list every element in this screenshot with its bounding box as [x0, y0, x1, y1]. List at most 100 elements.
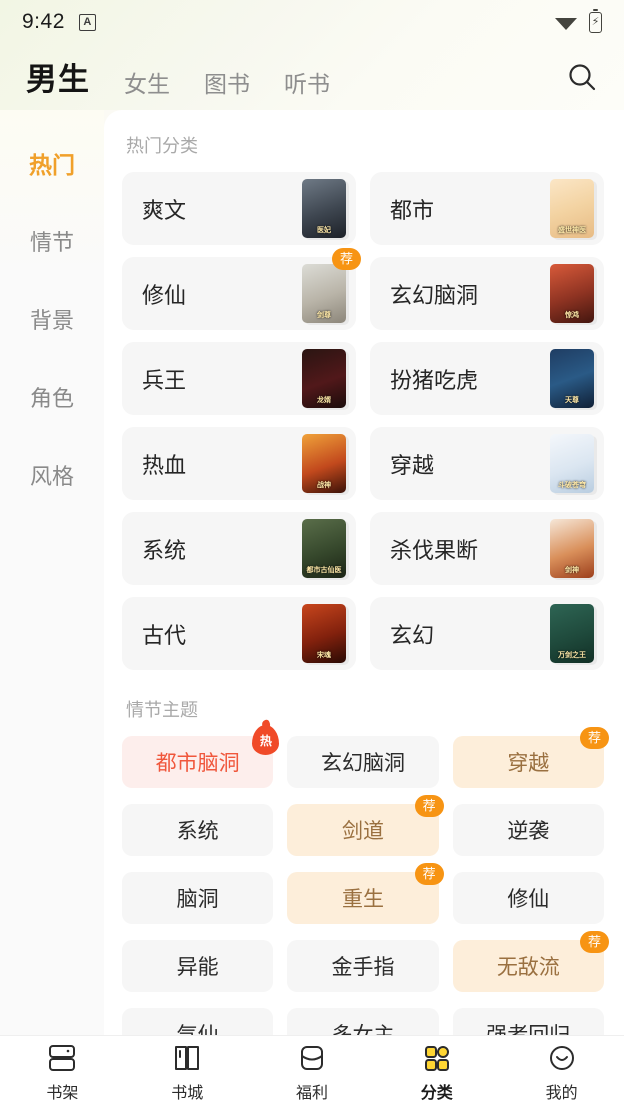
- book-cover-title: 龙婿: [317, 397, 331, 404]
- theme-tag[interactable]: 脑洞: [122, 872, 274, 924]
- theme-tag[interactable]: 玄幻脑洞: [287, 736, 439, 788]
- sidebar-item-character[interactable]: 角色: [0, 358, 104, 436]
- recommend-badge: 荐: [579, 931, 609, 953]
- theme-tag[interactable]: 强者回归: [452, 1008, 604, 1035]
- theme-tag[interactable]: 修仙: [452, 872, 604, 924]
- nav-item-bookstore[interactable]: 书城: [125, 1043, 250, 1103]
- sidebar-item-hot[interactable]: 热门: [0, 124, 104, 202]
- nav-item-category-label: 分类: [420, 1085, 453, 1102]
- nav-item-bookshelf[interactable]: 书架: [0, 1043, 125, 1103]
- theme-tag[interactable]: 穿越 荐: [452, 727, 609, 788]
- tab-female[interactable]: 女生: [124, 65, 170, 101]
- recommend-badge: 荐: [331, 248, 361, 270]
- nav-item-benefits-label: 福利: [295, 1085, 328, 1102]
- book-cover-title: 天尊: [565, 397, 579, 404]
- category-card[interactable]: 兵王龙婿: [122, 342, 356, 415]
- hot-flame-badge: 热: [252, 725, 280, 755]
- profile-smiley-icon: [549, 1046, 574, 1070]
- category-card[interactable]: 扮猪吃虎 天尊: [370, 342, 604, 415]
- book-cover-title: 宋魂: [317, 652, 331, 659]
- category-card[interactable]: 古代 宋魂: [122, 597, 356, 670]
- sidebar-item-background[interactable]: 背景: [0, 280, 104, 358]
- bottom-navigation: 书架 书城 福利 分类 我的: [0, 1035, 624, 1110]
- open-book-icon: [175, 1046, 200, 1070]
- tab-male[interactable]: 男生: [26, 54, 90, 101]
- hot-section-title: 热门分类: [126, 136, 198, 156]
- theme-tag[interactable]: 系统: [122, 804, 274, 856]
- category-card-label: 修仙: [142, 282, 187, 308]
- theme-tag-label: 逆袭: [507, 820, 550, 843]
- book-cover-thumbnail: 盛世神医: [550, 179, 594, 238]
- app-badge-icon: A: [78, 13, 96, 31]
- theme-tag-label: 气仙: [177, 1019, 219, 1035]
- theme-tag[interactable]: 都市脑洞热: [122, 725, 280, 788]
- sidebar-item-plot[interactable]: 情节: [0, 202, 104, 280]
- book-cover-thumbnail: 惊鸿: [550, 264, 594, 323]
- category-card[interactable]: 都市 盛世神医: [370, 172, 604, 245]
- nav-item-profile-label: 我的: [545, 1085, 578, 1102]
- category-card[interactable]: 穿越斗破苍穹: [370, 427, 604, 500]
- theme-tag-label: 强者回归: [486, 1019, 570, 1035]
- theme-tag[interactable]: 金手指: [287, 940, 439, 992]
- book-cover-thumbnail: 都市古仙医: [302, 519, 346, 578]
- book-cover-title: 战神: [317, 482, 331, 489]
- tab-books[interactable]: 图书: [204, 65, 250, 101]
- category-card-label: 穿越: [390, 452, 435, 478]
- battery-bolt-icon: ⚡: [591, 15, 600, 28]
- theme-tag-label: 脑洞: [176, 888, 219, 911]
- category-card[interactable]: 杀伐果断 剑神: [370, 512, 604, 585]
- theme-tag[interactable]: 异能: [122, 940, 274, 992]
- theme-tag[interactable]: 重生 荐: [287, 863, 444, 924]
- theme-tag-label: 重生: [341, 888, 384, 911]
- nav-item-profile[interactable]: 我的: [499, 1043, 624, 1103]
- theme-tag[interactable]: 无敌流荐: [452, 931, 609, 992]
- tab-male-label: 男生: [26, 61, 90, 97]
- sidebar-item-character-label: 角色: [29, 386, 74, 411]
- theme-tag-label: 修仙: [507, 888, 550, 911]
- category-card[interactable]: 玄幻 万剑之王: [370, 597, 604, 670]
- status-clock: 9:42: [22, 10, 65, 33]
- category-card-label: 都市: [390, 197, 435, 223]
- recommend-badge: 荐: [579, 727, 609, 749]
- status-bar: 9:42 A ⚡: [0, 0, 624, 44]
- sidebar-item-hot-label: 热门: [29, 152, 75, 178]
- sidebar-item-style[interactable]: 风格: [0, 436, 104, 514]
- top-navigation: 男生 女生 图书 听书: [0, 44, 624, 110]
- book-cover-title: 斗破苍穹: [558, 482, 586, 489]
- book-cover-thumbnail: 天尊: [550, 349, 594, 408]
- header-area: 9:42 A ⚡ 男生 女生 图书 听书: [0, 0, 624, 110]
- theme-tag[interactable]: 气仙: [122, 1008, 274, 1035]
- nav-item-bookstore-label: 书城: [171, 1085, 204, 1102]
- book-cover-thumbnail: 斗破苍穹: [550, 434, 594, 493]
- category-card[interactable]: 玄幻脑洞 惊鸿: [370, 257, 604, 330]
- category-card[interactable]: 系统 都市古仙医: [122, 512, 356, 585]
- nav-item-category[interactable]: 分类: [374, 1043, 499, 1103]
- content-body: 热门 情节 背景 角色 风格 热门分类 爽文 医妃 都市 盛世神医 修仙 剑尊荐玄幻脑洞惊…: [0, 110, 624, 1035]
- search-button[interactable]: [562, 57, 602, 97]
- tab-audiobooks[interactable]: 听书: [284, 65, 330, 101]
- category-card[interactable]: 修仙 剑尊 荐: [122, 248, 361, 330]
- category-sidebar: 热门 情节 背景 角色 风格: [0, 110, 104, 1035]
- category-card[interactable]: 爽文 医妃: [122, 172, 356, 245]
- theme-tag[interactable]: 逆袭: [452, 804, 604, 856]
- book-cover-thumbnail: 龙婿: [302, 349, 346, 408]
- theme-tag-label: 异能: [176, 956, 219, 979]
- category-panel[interactable]: 热门分类 爽文 医妃 都市 盛世神医 修仙 剑尊荐玄幻脑洞 惊鸿 兵王 龙婿 扮猪吃虎 天尊 热血 战神…: [104, 110, 624, 1035]
- theme-tag[interactable]: 多女主: [287, 1008, 439, 1035]
- nav-item-bookshelf-label: 书架: [46, 1085, 79, 1102]
- category-card[interactable]: 热血 战神: [122, 427, 356, 500]
- theme-tag-grid: 都市脑洞热玄幻脑洞穿越荐系统剑道荐逆袭脑洞重生荐修仙异能金手指无敌流荐气仙多女主…: [122, 725, 609, 1035]
- search-icon: [569, 64, 596, 91]
- theme-tag[interactable]: 剑道 荐: [287, 795, 444, 856]
- book-cover-thumbnail: 战神: [302, 434, 346, 493]
- category-card-label: 系统: [142, 537, 187, 563]
- theme-tag-label: 穿越: [507, 752, 550, 775]
- book-cover-thumbnail: 医妃: [302, 179, 346, 238]
- app-screen: 9:42 A ⚡ 男生 女生 图书 听书 热门 情节 背景 角色 风格 热门分类…: [0, 0, 624, 1110]
- category-card-label: 兵王: [142, 367, 187, 393]
- theme-tag-label: 金手指: [331, 956, 395, 979]
- book-cover-thumbnail: 宋魂: [302, 604, 346, 663]
- sidebar-item-plot-label: 情节: [29, 230, 74, 255]
- nav-item-benefits[interactable]: 福利: [250, 1043, 375, 1103]
- bookshelf-icon: [49, 1045, 76, 1071]
